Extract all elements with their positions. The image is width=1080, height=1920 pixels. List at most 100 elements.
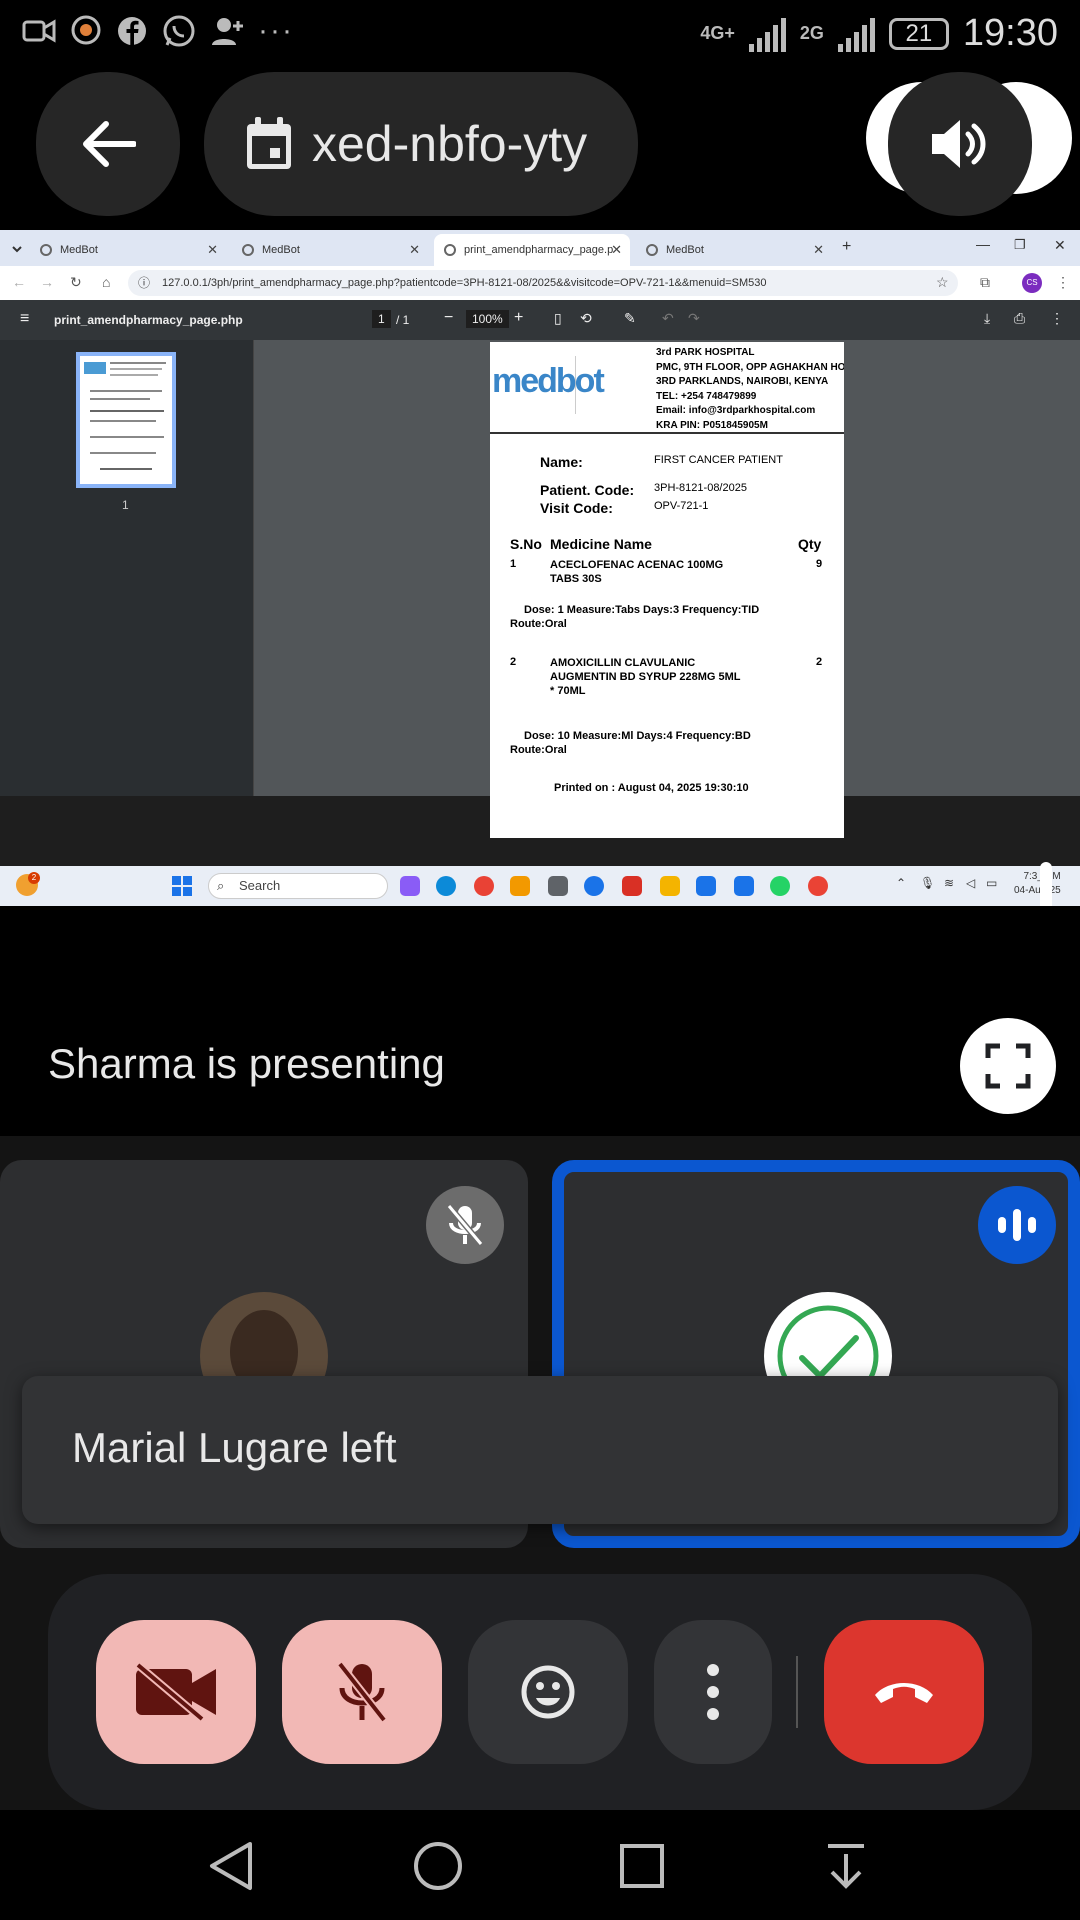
close-tab-icon[interactable]: ✕: [611, 242, 622, 258]
print-icon[interactable]: ⎙: [1014, 310, 1025, 327]
zoom-out-icon[interactable]: −: [444, 309, 453, 327]
close-tab-icon[interactable]: ✕: [813, 242, 824, 258]
chrome-profile-icon[interactable]: [808, 876, 828, 896]
todo-icon[interactable]: [734, 876, 754, 896]
page-thumbnail[interactable]: [76, 352, 176, 488]
microphone-toggle-button[interactable]: [282, 1620, 442, 1764]
status-right: 4G+ 2G 21 19:30: [700, 12, 1058, 55]
close-window-icon[interactable]: ✕: [1054, 237, 1066, 254]
system-navigation-bar: [0, 1810, 1080, 1920]
forward-arrow-icon[interactable]: →: [40, 274, 54, 290]
microphone-tray-icon[interactable]: 🎙: [920, 876, 935, 890]
status-bar: ··· 4G+ 2G 21 19:30: [0, 0, 1080, 72]
home-icon[interactable]: ⌂: [102, 274, 110, 290]
edge-icon[interactable]: [436, 876, 456, 896]
snipping-tool-icon[interactable]: [548, 876, 568, 896]
videocam-off-icon: [135, 1663, 216, 1721]
end-call-button[interactable]: [824, 1620, 984, 1764]
notepad-icon[interactable]: [696, 876, 716, 896]
medbot-logo: medbot: [492, 356, 605, 414]
item-sno: 1: [510, 558, 517, 570]
restore-icon[interactable]: ❐: [1014, 237, 1026, 253]
page-number-input[interactable]: 1: [372, 310, 391, 328]
facebook-icon: [118, 17, 146, 45]
rotate-icon[interactable]: ⟲: [580, 310, 592, 327]
chrome-icon[interactable]: [474, 876, 494, 896]
redo-icon[interactable]: ↷: [688, 310, 700, 327]
globe-icon: [444, 244, 456, 256]
fullscreen-icon: [985, 1043, 1031, 1089]
back-arrow-icon[interactable]: ←: [12, 274, 26, 290]
download-icon[interactable]: ⤓: [984, 310, 990, 327]
nav-home-icon[interactable]: [412, 1840, 464, 1892]
close-tab-icon[interactable]: ✕: [409, 242, 420, 258]
tab-medbot-1[interactable]: MedBot ✕: [30, 234, 226, 266]
search-app-icon[interactable]: [510, 876, 530, 896]
fullscreen-button[interactable]: [960, 1018, 1056, 1114]
annotate-icon[interactable]: ✎: [624, 310, 636, 327]
close-tab-icon[interactable]: ✕: [207, 242, 218, 258]
signal-strength-icon: [748, 16, 786, 52]
hospital-address-1: PMC, 9TH FLOOR, OPP AGHAKHAN HOSP: [656, 361, 844, 373]
network-4g-label: 4G+: [700, 23, 735, 43]
tray-chevron-icon[interactable]: ⌃: [896, 876, 906, 890]
minimize-icon[interactable]: —: [976, 236, 990, 252]
file-explorer-icon[interactable]: [660, 876, 680, 896]
whatsapp-desktop-icon[interactable]: [770, 876, 790, 896]
tab-medbot-3[interactable]: MedBot ✕: [636, 234, 832, 266]
battery-tray-icon[interactable]: ▭: [986, 876, 997, 890]
col-sno: S.No: [510, 536, 542, 552]
windows-start-icon[interactable]: [172, 876, 192, 896]
meeting-code: xed-nbfo-yty: [312, 116, 588, 172]
speaking-indicator: [978, 1186, 1056, 1264]
volume-icon[interactable]: ◁: [966, 876, 975, 890]
globe-icon: [40, 244, 52, 256]
zoom-in-icon[interactable]: +: [514, 309, 523, 327]
reload-icon[interactable]: ↻: [70, 274, 82, 291]
browser-menu-icon[interactable]: ⋮: [1056, 274, 1070, 291]
reactions-button[interactable]: [468, 1620, 628, 1764]
fit-page-icon[interactable]: ▯: [554, 310, 562, 327]
pdf-menu-icon[interactable]: ≡: [20, 310, 29, 328]
arrow-back-icon: [83, 121, 136, 167]
hospital-info: 3rd PARK HOSPITAL PMC, 9TH FLOOR, OPP AG…: [656, 346, 844, 433]
meeting-info-chip[interactable]: xed-nbfo-yty: [204, 72, 638, 216]
more-options-button[interactable]: [654, 1620, 772, 1764]
wps-icon[interactable]: [622, 876, 642, 896]
copilot-icon[interactable]: [400, 876, 420, 896]
app-icon[interactable]: [584, 876, 604, 896]
meet-screen: ··· 4G+ 2G 21 19:30 xed-nbfo-yty MedBot …: [0, 0, 1080, 1920]
nav-recents-icon[interactable]: [618, 1842, 666, 1890]
wifi-icon[interactable]: ≋: [944, 876, 954, 890]
undo-icon[interactable]: ↶: [662, 310, 674, 327]
tab-medbot-2[interactable]: MedBot ✕: [232, 234, 428, 266]
nav-notifications-icon[interactable]: [824, 1840, 868, 1892]
pdf-more-icon[interactable]: ⋮: [1050, 310, 1064, 327]
extensions-icon[interactable]: ⧉: [980, 274, 990, 291]
globe-icon: [646, 244, 658, 256]
item-qty: 2: [816, 656, 823, 668]
visit-code-label: Visit Code:: [540, 500, 613, 516]
tab-print-amendpharmacy[interactable]: print_amendpharmacy_page.ph ✕: [434, 234, 630, 266]
taskbar-clock[interactable]: 7:3_ PM 04-Au_-25: [1014, 870, 1061, 898]
new-tab-icon[interactable]: +: [842, 238, 851, 256]
camera-toggle-button[interactable]: [96, 1620, 256, 1764]
browser-tab-bar: MedBot ✕ MedBot ✕ print_amendpharmacy_pa…: [0, 230, 1080, 266]
pdf-content-area: 1 medbot 3rd PARK HOSPITAL PMC, 9TH FLOO…: [0, 340, 1080, 838]
nav-back-icon[interactable]: [206, 1840, 256, 1892]
taskbar-search[interactable]: ⌕ Search: [208, 873, 388, 899]
name-value: FIRST CANCER PATIENT: [654, 454, 783, 466]
item-route: Route:Oral: [510, 744, 567, 756]
chat-bubble-icon: [71, 15, 101, 45]
more-notifications-icon: ···: [258, 14, 294, 47]
url-bar[interactable]: ⓘ 127.0.0.1/3ph/print_amendpharmacy_page…: [128, 270, 958, 296]
profile-avatar[interactable]: CS: [1022, 273, 1042, 293]
search-placeholder: Search: [239, 878, 281, 893]
tab-label: MedBot: [262, 244, 300, 256]
tab-search-icon[interactable]: [10, 242, 24, 256]
back-button[interactable]: [36, 72, 180, 216]
audio-output-button[interactable]: [888, 72, 1032, 216]
site-info-icon[interactable]: ⓘ: [138, 270, 150, 296]
bookmark-star-icon[interactable]: ☆: [936, 274, 949, 291]
zoom-input[interactable]: 100%: [466, 310, 509, 328]
